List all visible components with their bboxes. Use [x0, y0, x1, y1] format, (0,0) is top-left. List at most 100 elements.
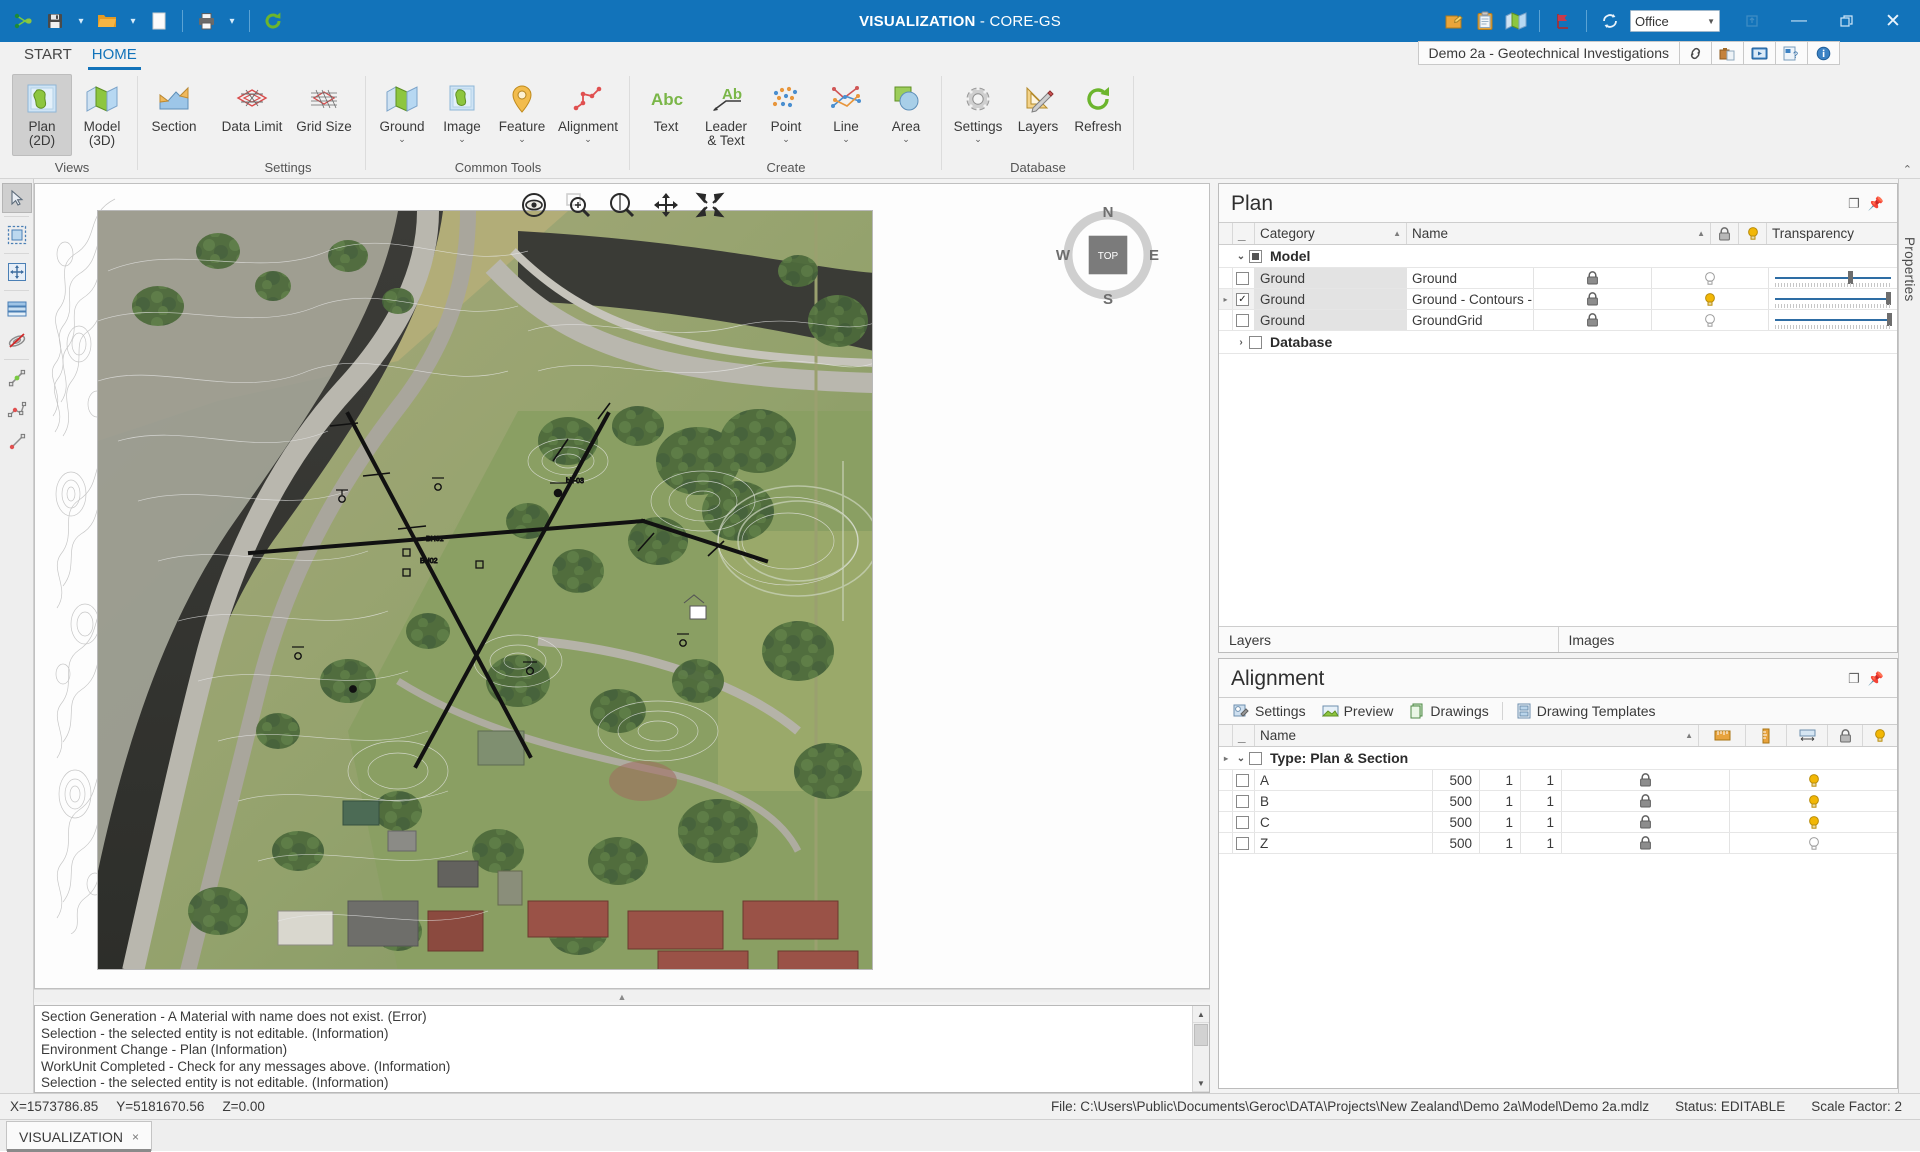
feature-button[interactable]: Feature ⌄ — [492, 74, 552, 156]
measure-line-tool[interactable] — [2, 363, 32, 393]
print-dropdown-caret[interactable]: ▾ — [223, 5, 241, 37]
alignment-group-type[interactable]: ▸ ⌄ Type: Plan & Section — [1219, 747, 1897, 770]
alignment-col-ruler[interactable] — [1746, 725, 1787, 746]
expander-expand-icon[interactable]: › — [1233, 337, 1249, 348]
expander-collapse-icon[interactable]: ⌄ — [1233, 753, 1249, 764]
row-checkbox[interactable] — [1236, 271, 1249, 285]
row-checkbox[interactable] — [1236, 815, 1249, 829]
row-lock[interactable] — [1534, 310, 1652, 330]
point-dropdown-caret[interactable]: ⌄ — [782, 135, 790, 144]
restore-up-button[interactable] — [1729, 0, 1775, 42]
row-lock[interactable] — [1534, 268, 1652, 288]
grid-size-button[interactable]: Grid Size — [288, 74, 360, 156]
logo-icon[interactable] — [8, 5, 38, 37]
alignment-col-lock[interactable] — [1828, 725, 1863, 746]
alignment-panel-pin-button[interactable]: 📌 — [1865, 669, 1887, 689]
video-icon[interactable] — [1744, 41, 1776, 65]
briefcase-icon[interactable] — [1712, 41, 1744, 65]
plan-panel-float-button[interactable]: ❐ — [1843, 194, 1865, 214]
alignment-drawing-templates-button[interactable]: Drawing Templates — [1510, 700, 1662, 722]
ground-button[interactable]: Ground ⌄ — [372, 74, 432, 156]
document-tab-visualization[interactable]: VISUALIZATION × — [6, 1121, 152, 1152]
scroll-up-button[interactable]: ▲ — [1193, 1006, 1209, 1023]
tab-home[interactable]: HOME — [82, 44, 147, 70]
view-compass[interactable]: TOP N S E W — [1053, 200, 1163, 310]
fit-arrows-icon[interactable] — [695, 190, 725, 220]
alignment-col-name[interactable]: Name ▲ — [1255, 725, 1699, 746]
table-rows-tool[interactable] — [2, 294, 32, 324]
plan-col-visible[interactable] — [1739, 223, 1767, 244]
leader-text-button[interactable]: Ab Leader & Text — [696, 74, 756, 156]
tab-layers[interactable]: Layers — [1219, 627, 1559, 652]
info-icon[interactable] — [1808, 41, 1840, 65]
viewport-horizontal-scrollbar[interactable]: ▲ — [34, 989, 1210, 1002]
alignment-drawings-button[interactable]: Drawings — [1403, 700, 1494, 722]
db-settings-button[interactable]: Settings ⌄ — [948, 74, 1008, 156]
row-lock[interactable] — [1562, 770, 1730, 790]
new-document-icon[interactable] — [144, 5, 174, 37]
close-button[interactable]: ✕ — [1870, 0, 1916, 42]
table-row[interactable]: Z 500 1 1 — [1219, 833, 1897, 854]
plan-2d-button[interactable]: Plan (2D) — [12, 74, 72, 156]
point-button[interactable]: Point ⌄ — [756, 74, 816, 156]
select-arrow-tool[interactable] — [1, 183, 32, 213]
open-folder-icon[interactable] — [92, 5, 122, 37]
sync-icon[interactable] — [1595, 5, 1625, 37]
image-dropdown-caret[interactable]: ⌄ — [458, 135, 466, 144]
alignment-dropdown-caret[interactable]: ⌄ — [584, 135, 592, 144]
area-button[interactable]: Area ⌄ — [876, 74, 936, 156]
message-log-scrollbar[interactable]: ▲ ▼ — [1192, 1006, 1209, 1092]
alignment-settings-button[interactable]: Settings — [1227, 700, 1312, 722]
maximize-button[interactable] — [1823, 0, 1869, 42]
map-viewport[interactable]: BH01 BH02 bh-03 TOP N S E W — [34, 183, 1210, 989]
notes-icon[interactable] — [1439, 5, 1469, 37]
feature-dropdown-caret[interactable]: ⌄ — [518, 135, 526, 144]
expander-collapse-icon[interactable]: ⌄ — [1233, 251, 1249, 262]
table-row[interactable]: C 500 1 1 — [1219, 812, 1897, 833]
plan-col-lock[interactable] — [1711, 223, 1739, 244]
alignment-col-visible[interactable] — [1863, 725, 1897, 746]
row-transparency-slider[interactable] — [1769, 310, 1897, 330]
polyline-tool[interactable] — [2, 395, 32, 425]
row-checkbox[interactable] — [1236, 836, 1249, 850]
row-checkbox[interactable] — [1236, 794, 1249, 808]
properties-rail[interactable]: Properties — [1898, 179, 1920, 1093]
segment-tool[interactable] — [2, 427, 32, 457]
save-icon[interactable] — [40, 5, 70, 37]
hide-orbit-tool[interactable] — [2, 326, 32, 356]
row-transparency-slider[interactable] — [1768, 289, 1897, 309]
map-icon[interactable] — [1501, 5, 1531, 37]
alignment-group-checkbox[interactable] — [1249, 751, 1262, 765]
row-visible[interactable] — [1730, 791, 1897, 811]
zoom-dynamic-icon[interactable] — [607, 190, 637, 220]
row-visible[interactable] — [1730, 812, 1897, 832]
data-limit-button[interactable]: Data Limit — [216, 74, 288, 156]
open-dropdown-caret[interactable]: ▾ — [124, 5, 142, 37]
coordinate-flag-icon[interactable] — [1548, 5, 1578, 37]
model-3d-button[interactable]: Model (3D) — [72, 74, 132, 156]
area-dropdown-caret[interactable]: ⌄ — [902, 135, 910, 144]
db-settings-dropdown-caret[interactable]: ⌄ — [974, 135, 982, 144]
plan-col-category[interactable]: Category ▲ — [1255, 223, 1407, 244]
plan-col-transparency[interactable]: Transparency — [1767, 223, 1897, 244]
row-visible[interactable] — [1651, 289, 1769, 309]
message-log-lines[interactable]: Section Generation - A Material with nam… — [35, 1006, 1192, 1092]
alignment-col-scale[interactable] — [1699, 725, 1746, 746]
row-lock[interactable] — [1562, 791, 1730, 811]
plan-group-database-checkbox[interactable] — [1249, 335, 1262, 349]
tab-start[interactable]: START — [14, 44, 82, 68]
alignment-button[interactable]: Alignment ⌄ — [552, 74, 624, 156]
save-dropdown-caret[interactable]: ▾ — [72, 5, 90, 37]
row-lock[interactable] — [1562, 833, 1730, 853]
window-select-tool[interactable] — [2, 220, 32, 250]
row-lock[interactable] — [1562, 812, 1730, 832]
alignment-col-width[interactable] — [1787, 725, 1828, 746]
link-icon[interactable] — [1680, 41, 1712, 65]
table-row[interactable]: Ground GroundGrid — [1219, 310, 1897, 331]
plan-panel-pin-button[interactable]: 📌 — [1865, 194, 1887, 214]
text-button[interactable]: Abc Text — [636, 74, 696, 156]
table-row[interactable]: A 500 1 1 — [1219, 770, 1897, 791]
section-button[interactable]: Section — [144, 74, 204, 156]
table-row[interactable]: ▸ ✓ Ground Ground - Contours - 0.10 — [1219, 289, 1897, 310]
ground-dropdown-caret[interactable]: ⌄ — [398, 135, 406, 144]
